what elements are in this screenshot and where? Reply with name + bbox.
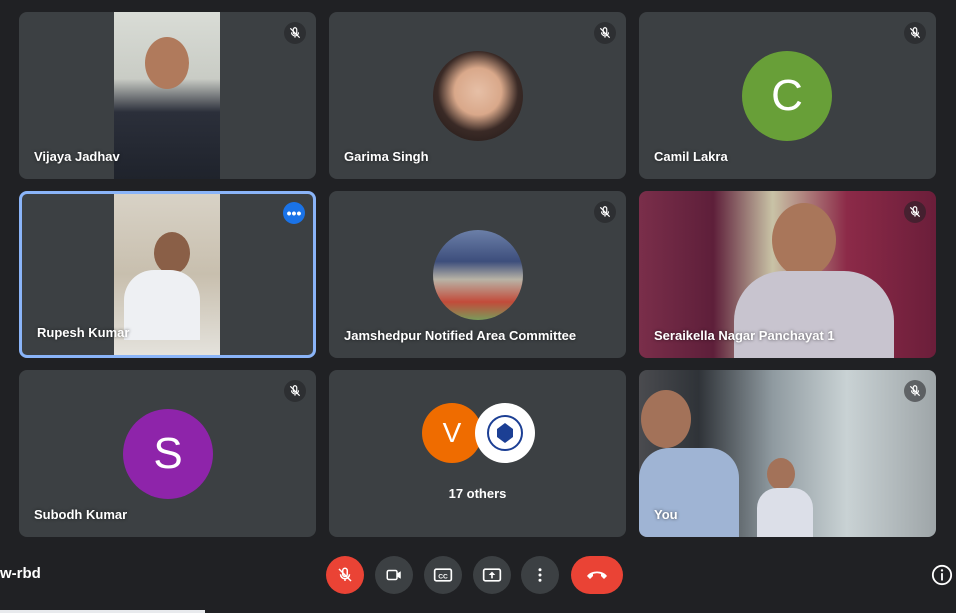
svg-text:CC: CC xyxy=(438,573,448,580)
videocam-icon xyxy=(386,569,401,581)
person-silhouette xyxy=(641,390,691,448)
participant-name: Jamshedpur Notified Area Committee xyxy=(344,328,577,343)
mic-off-icon xyxy=(904,22,926,44)
captions-button[interactable]: CC xyxy=(424,556,462,594)
avatar xyxy=(433,51,523,141)
participant-tile-seraikella[interactable]: Seraikella Nagar Panchayat 1 xyxy=(639,191,936,358)
participant-name: Camil Lakra xyxy=(654,149,728,164)
more-vert-icon xyxy=(538,568,542,582)
participant-tile-you[interactable]: You xyxy=(639,370,936,537)
others-count: 17 others xyxy=(448,486,507,501)
participant-video xyxy=(114,12,220,179)
mic-off-icon xyxy=(594,22,616,44)
more-options-button[interactable]: ••• xyxy=(283,202,305,224)
mic-toggle-button[interactable] xyxy=(326,556,364,594)
person-silhouette xyxy=(145,37,189,89)
camera-toggle-button[interactable] xyxy=(375,556,413,594)
emblem-avatar xyxy=(475,403,535,463)
participant-tile-jamshedpur[interactable]: Jamshedpur Notified Area Committee xyxy=(329,191,626,358)
avatar: V xyxy=(422,403,482,463)
mic-off-icon xyxy=(284,380,306,402)
participant-tile-rupesh-kumar[interactable]: ••• Rupesh Kumar xyxy=(19,191,316,358)
participant-name: Rupesh Kumar xyxy=(37,325,130,340)
participant-tile-garima-singh[interactable]: Garima Singh xyxy=(329,12,626,179)
meeting-code: w-rbd xyxy=(0,565,41,582)
person-silhouette xyxy=(154,232,190,274)
end-call-button[interactable] xyxy=(571,556,623,594)
participant-name: You xyxy=(654,507,678,522)
participant-tile-vijaya-jadhav[interactable]: Vijaya Jadhav xyxy=(19,12,316,179)
participant-name: Garima Singh xyxy=(344,149,429,164)
participant-name: Seraikella Nagar Panchayat 1 xyxy=(654,328,835,343)
mic-off-icon xyxy=(338,567,352,582)
present-screen-icon xyxy=(482,568,502,582)
mic-off-icon xyxy=(904,201,926,223)
avatar: S xyxy=(123,409,213,499)
call-end-icon xyxy=(587,571,607,579)
more-options-button[interactable] xyxy=(521,556,559,594)
participant-tile-subodh-kumar[interactable]: S Subodh Kumar xyxy=(19,370,316,537)
mic-off-icon xyxy=(904,380,926,402)
person-silhouette xyxy=(772,203,836,277)
participant-name: Vijaya Jadhav xyxy=(34,149,120,164)
mic-off-icon xyxy=(594,201,616,223)
mic-off-icon xyxy=(284,22,306,44)
present-screen-button[interactable] xyxy=(473,556,511,594)
participant-tile-camil-lakra[interactable]: C Camil Lakra xyxy=(639,12,936,179)
participant-tile-others[interactable]: V 17 others xyxy=(329,370,626,537)
participant-video xyxy=(114,194,220,355)
participant-name: Subodh Kumar xyxy=(34,507,128,522)
closed-captions-icon: CC xyxy=(433,568,453,582)
avatar: C xyxy=(742,51,832,141)
avatar xyxy=(433,230,523,320)
info-icon[interactable] xyxy=(931,564,953,586)
